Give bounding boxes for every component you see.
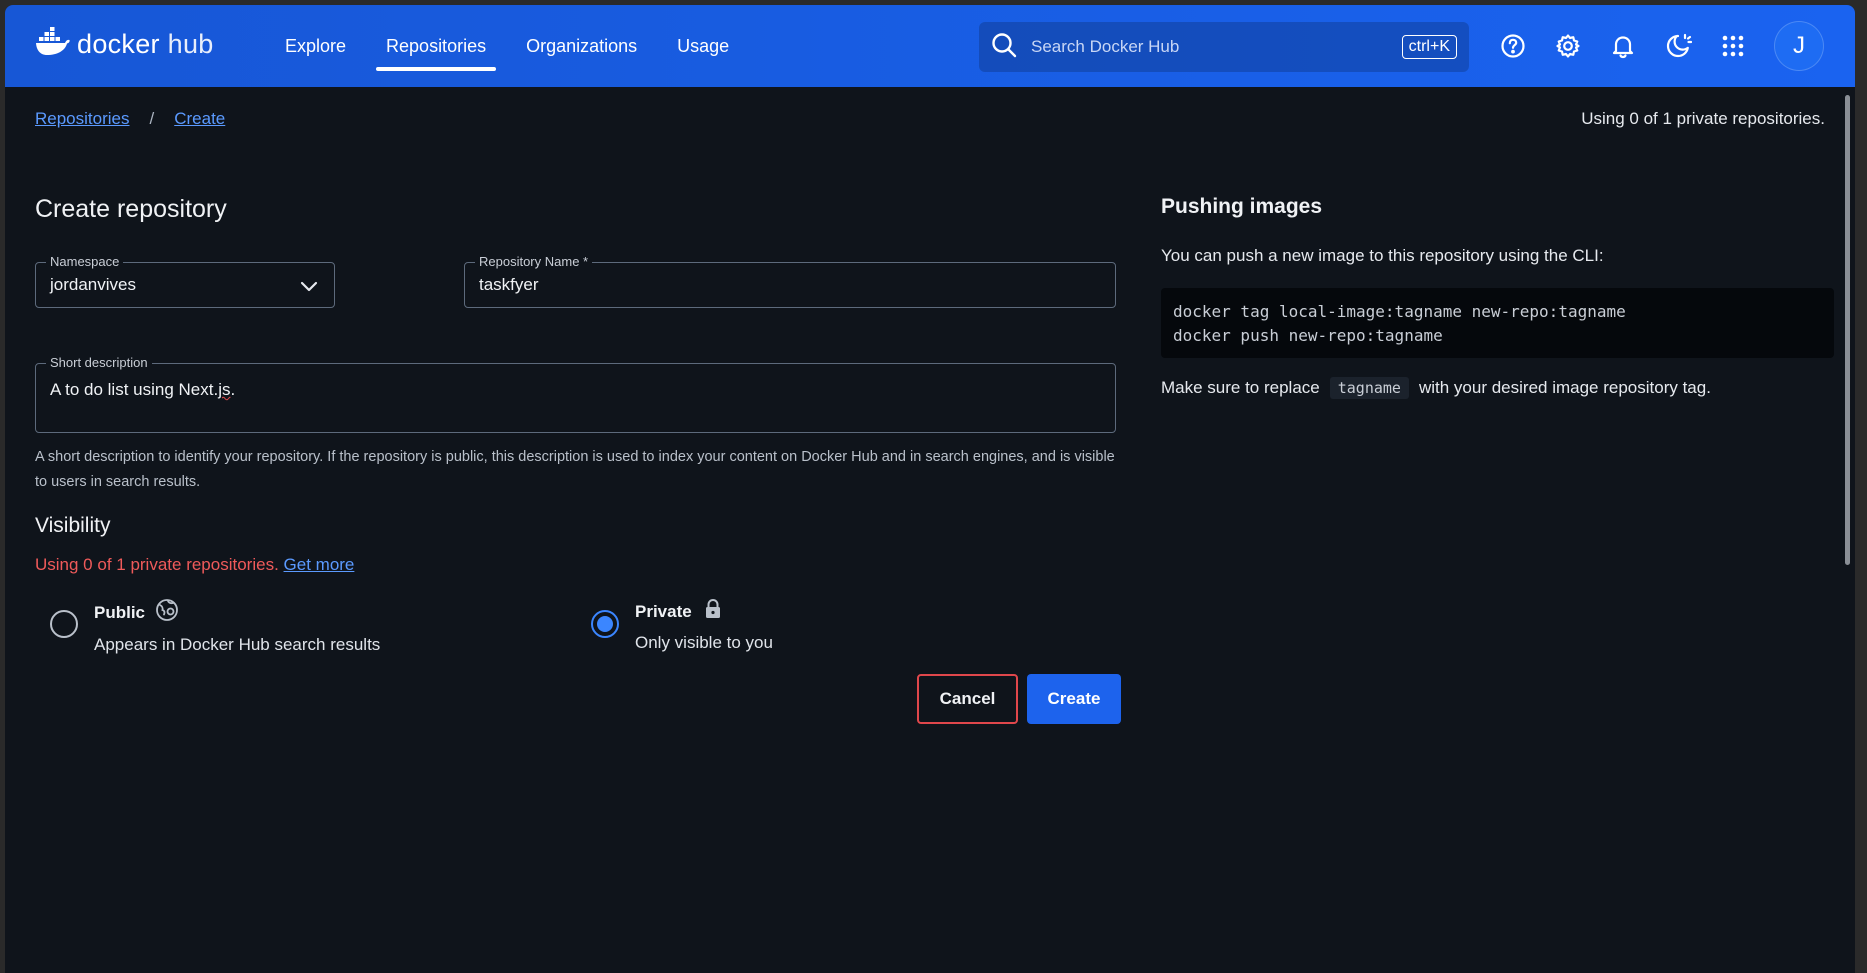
nav-organizations[interactable]: Organizations	[516, 5, 647, 87]
gear-icon[interactable]	[1540, 19, 1595, 74]
namespace-value: jordanvives	[50, 275, 136, 294]
pushing-images-heading: Pushing images	[1161, 195, 1323, 218]
create-button[interactable]: Create	[1027, 674, 1121, 724]
inline-code-tagname: tagname	[1329, 377, 1409, 399]
note-text-before: Make sure to replace	[1161, 378, 1320, 397]
lock-icon	[702, 598, 724, 625]
page-title: Create repository	[35, 195, 227, 223]
namespace-label: Namespace	[46, 254, 124, 270]
main-nav: Explore Repositories Organizations Usage	[265, 5, 749, 87]
visibility-usage-text: Using 0 of 1 private repositories.	[35, 555, 279, 574]
search-icon	[991, 32, 1017, 63]
search-bar[interactable]: ctrl+K	[979, 22, 1469, 72]
short-description-label: Short description	[46, 355, 152, 371]
app-window: docker hub Explore Repositories Organiza…	[5, 5, 1855, 973]
repository-name-field[interactable]: Repository Name * taskfyer	[464, 254, 1116, 308]
header-actions	[1485, 5, 1760, 87]
docker-hub-logo[interactable]: docker hub	[35, 27, 214, 62]
short-description-field[interactable]: Short description A to do list using Nex…	[35, 355, 1116, 433]
code-line: docker tag local-image:tagname new-repo:…	[1173, 302, 1626, 321]
search-shortcut-badge: ctrl+K	[1401, 35, 1457, 59]
private-radio[interactable]	[591, 610, 619, 638]
apps-grid-icon[interactable]	[1705, 19, 1760, 74]
visibility-public-option[interactable]: Public Appears in Docker Hub search resu…	[50, 598, 380, 655]
repository-name-value: taskfyer	[479, 275, 539, 294]
short-description-helper: A short description to identify your rep…	[35, 449, 1115, 490]
globe-icon	[155, 598, 179, 627]
cancel-button[interactable]: Cancel	[917, 674, 1018, 724]
help-icon[interactable]	[1485, 19, 1540, 74]
private-repo-usage: Using 0 of 1 private repositories.	[1581, 109, 1825, 128]
visibility-private-option[interactable]: Private Only visible to you	[591, 598, 773, 653]
code-line: docker push new-repo:tagname	[1173, 326, 1443, 345]
short-description-value: A to do list using Next.js.	[50, 380, 236, 399]
private-description: Only visible to you	[635, 633, 773, 652]
logo-text: docker hub	[77, 29, 214, 59]
nav-repositories[interactable]: Repositories	[376, 5, 497, 87]
public-radio[interactable]	[50, 610, 78, 638]
note-text-after: with your desired image repository tag.	[1418, 378, 1711, 397]
docker-whale-icon	[35, 27, 71, 62]
breadcrumb-create[interactable]: Create	[174, 109, 225, 129]
spellcheck-word: js	[218, 380, 231, 399]
nav-explore[interactable]: Explore	[275, 5, 356, 87]
public-description: Appears in Docker Hub search results	[94, 635, 381, 654]
breadcrumb: Repositories / Create	[35, 109, 225, 129]
theme-icon[interactable]	[1650, 19, 1705, 74]
tag-replace-note: Make sure to replace tagname with your d…	[1161, 377, 1711, 399]
avatar[interactable]: J	[1774, 21, 1824, 71]
breadcrumb-repositories[interactable]: Repositories	[35, 109, 130, 129]
breadcrumb-separator: /	[149, 109, 155, 128]
repository-name-label: Repository Name *	[475, 254, 593, 270]
private-title: Private	[635, 601, 692, 621]
chevron-down-icon	[298, 275, 320, 302]
cli-code-block: docker tag local-image:tagname new-repo:…	[1161, 288, 1834, 358]
top-navigation-bar: docker hub Explore Repositories Organiza…	[5, 5, 1855, 87]
visibility-usage: Using 0 of 1 private repositories. Get m…	[35, 555, 354, 575]
public-title: Public	[94, 602, 146, 622]
vertical-scrollbar[interactable]	[1845, 95, 1850, 565]
namespace-select[interactable]: Namespace jordanvives	[35, 254, 335, 308]
pushing-images-description: You can push a new image to this reposit…	[1161, 246, 1604, 265]
search-input[interactable]	[1029, 36, 1402, 58]
bell-icon[interactable]	[1595, 19, 1650, 74]
get-more-link[interactable]: Get more	[284, 555, 355, 574]
visibility-heading: Visibility	[35, 514, 111, 537]
nav-usage[interactable]: Usage	[667, 5, 739, 87]
